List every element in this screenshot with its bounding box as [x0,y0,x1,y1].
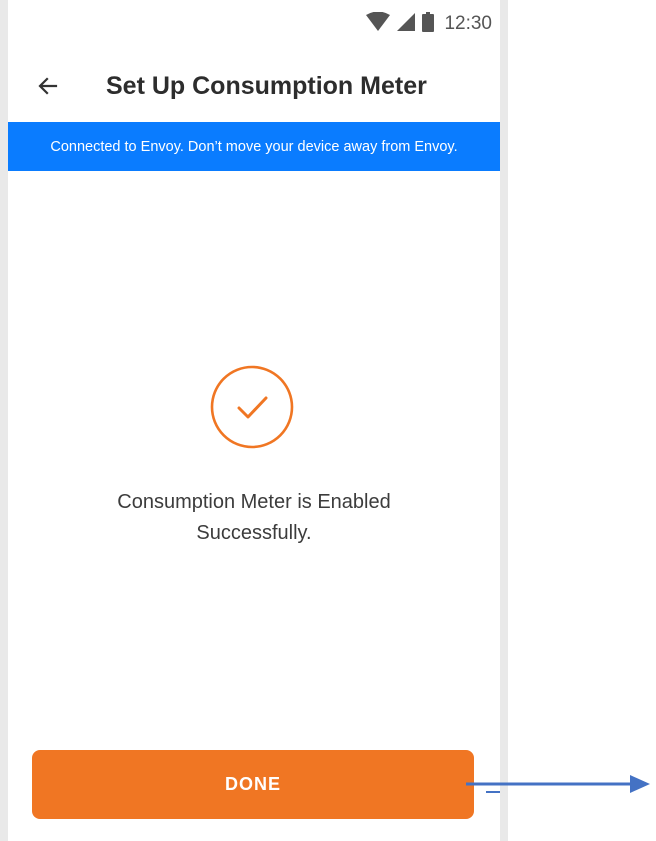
page-title: Set Up Consumption Meter [106,72,427,100]
status-bar: 12:30 [8,0,500,48]
done-button[interactable]: DONE [32,750,474,819]
device-frame: 12:30 Set Up Consumption Meter Connected… [0,0,508,841]
connection-banner-text: Connected to Envoy. Don’t move your devi… [50,138,458,155]
connection-banner: Connected to Envoy. Don’t move your devi… [8,122,500,171]
arrow-left-icon [38,77,58,95]
success-message-line2: Successfully. [196,522,312,544]
success-message: Consumption Meter is Enabled Successfull… [68,487,440,549]
cell-signal-icon [396,12,416,37]
status-time: 12:30 [444,13,492,34]
battery-icon [422,11,435,37]
back-button[interactable] [30,68,66,104]
status-icons: 12:30 [366,11,492,37]
check-circle-icon [210,365,294,449]
done-button-label: DONE [224,774,281,794]
app-bar: Set Up Consumption Meter [8,56,500,116]
wifi-icon [366,11,391,37]
app-screen: 12:30 Set Up Consumption Meter Connected… [8,0,500,841]
success-message-line1: Consumption Meter is Enabled [117,491,391,513]
